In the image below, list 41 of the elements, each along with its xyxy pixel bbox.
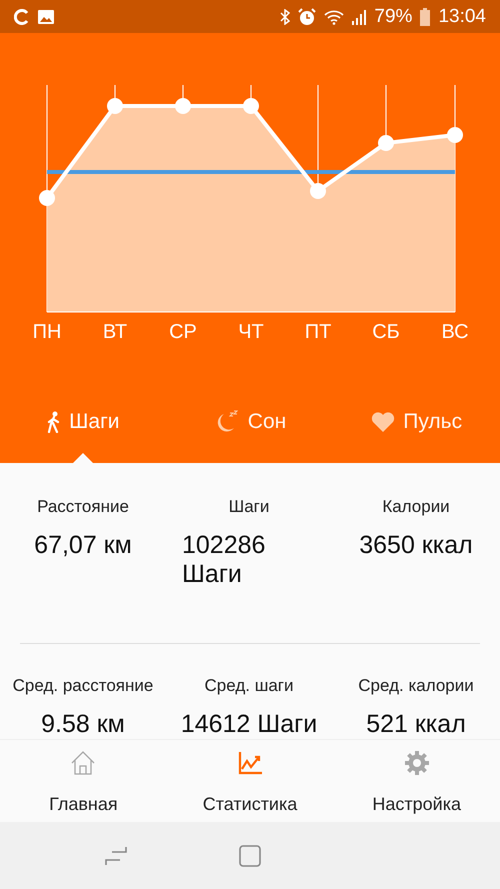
weekday-label: ВТ <box>102 321 128 344</box>
stat-label: Калории <box>382 497 450 517</box>
data-point <box>310 183 326 199</box>
nav-item[interactable]: Настройка <box>333 740 500 822</box>
stat-label: Шаги <box>228 497 270 517</box>
walking-person-icon <box>47 411 62 433</box>
weekday-label: ВС <box>441 321 469 344</box>
sync-icon <box>14 8 30 24</box>
weekday-label: СБ <box>372 321 400 344</box>
house-icon <box>70 750 96 776</box>
home-button-icon[interactable] <box>238 844 262 868</box>
stat-value: 521 ккал <box>366 710 466 739</box>
wifi-icon <box>324 8 344 24</box>
nav-item[interactable]: Главная <box>0 740 167 822</box>
clock-time: 13:04 <box>438 6 486 28</box>
weekday-label: ПН <box>32 321 62 344</box>
data-point <box>447 127 463 143</box>
battery-icon <box>420 8 430 26</box>
stat-value: 67,07 км <box>34 531 132 560</box>
image-icon <box>38 10 54 24</box>
nav-item[interactable]: Статистика <box>166 740 334 822</box>
battery-percentage: 79% <box>374 6 412 28</box>
stat-value: 9.58 км <box>41 710 125 739</box>
stat-label: Сред. расстояние <box>12 676 154 696</box>
stat-label: Сред. шаги <box>204 676 294 696</box>
bluetooth-icon <box>280 8 290 24</box>
weekday-label: ЧТ <box>238 321 264 344</box>
stat-label: Расстояние <box>37 497 129 517</box>
settings-icon <box>404 750 430 776</box>
stat-value: 102286 Шаги <box>182 531 266 589</box>
stat-label: Сред. калории <box>358 676 474 696</box>
weekday-label: ПТ <box>304 321 332 344</box>
stat-value: 14612 Шаги <box>180 710 318 739</box>
weekday-label: СР <box>169 321 197 344</box>
tab-pointer <box>73 453 94 463</box>
line-chart-icon <box>237 750 263 776</box>
stat-value: 3650 ккал <box>359 531 473 560</box>
alarm-clock-icon <box>298 8 316 26</box>
heart-icon <box>371 411 396 433</box>
signal-icon <box>352 8 366 24</box>
data-point <box>39 190 55 206</box>
